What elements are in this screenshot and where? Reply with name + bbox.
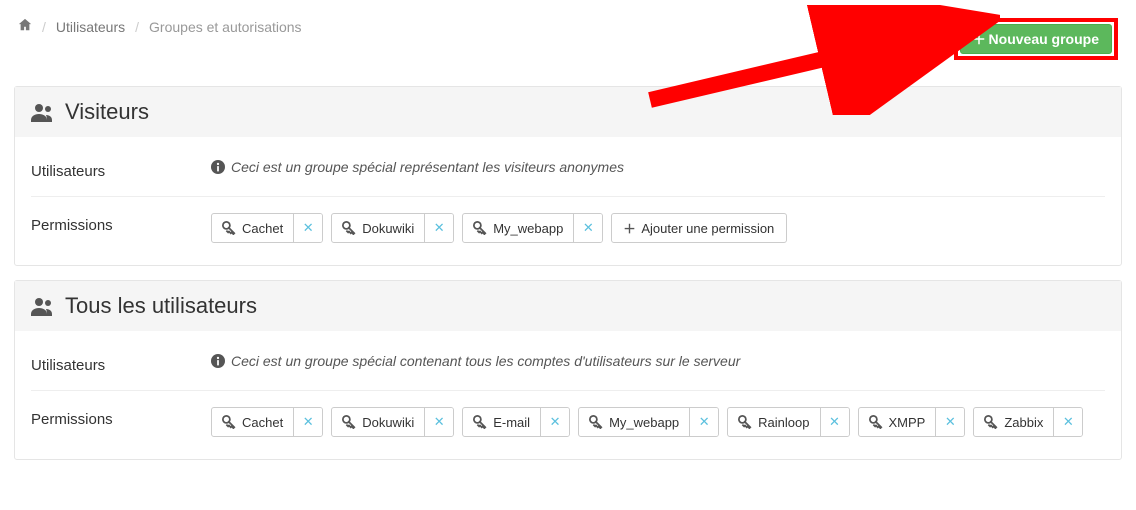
- add-permission-button[interactable]: Ajouter une permission: [611, 213, 787, 243]
- users-icon: [31, 296, 55, 316]
- plus-icon: [973, 33, 985, 45]
- permission-label[interactable]: My_webapp: [579, 408, 690, 436]
- permission-remove[interactable]: ✕: [574, 214, 602, 242]
- users-row: Utilisateurs Ceci est un groupe spécial …: [31, 345, 1105, 382]
- permission-remove[interactable]: ✕: [1054, 408, 1082, 436]
- breadcrumb-separator: /: [42, 19, 46, 35]
- breadcrumb-home[interactable]: [18, 18, 32, 35]
- permission-label[interactable]: E-mail: [463, 408, 541, 436]
- permission-name: Zabbix: [1004, 415, 1043, 430]
- permission-label[interactable]: Dokuwiki: [332, 214, 425, 242]
- permission-name: My_webapp: [493, 221, 563, 236]
- key-icon: [342, 415, 356, 429]
- key-icon: [222, 221, 236, 235]
- permission-label[interactable]: Rainloop: [728, 408, 820, 436]
- permissions-content: Cachet ✕ Dokuwiki ✕ My_webapp ✕ Ajouter …: [211, 213, 1105, 243]
- permission-tag: My_webapp ✕: [462, 213, 603, 243]
- divider: [31, 196, 1105, 197]
- permission-name: E-mail: [493, 415, 530, 430]
- key-icon: [473, 221, 487, 235]
- permission-tag: Dokuwiki ✕: [331, 407, 454, 437]
- permission-label[interactable]: My_webapp: [463, 214, 574, 242]
- permission-remove[interactable]: ✕: [936, 408, 964, 436]
- permission-label[interactable]: XMPP: [859, 408, 937, 436]
- permission-tag: Cachet ✕: [211, 213, 323, 243]
- permission-remove[interactable]: ✕: [690, 408, 718, 436]
- permission-name: Rainloop: [758, 415, 809, 430]
- permissions-label: Permissions: [31, 213, 211, 234]
- permission-tag: Dokuwiki ✕: [331, 213, 454, 243]
- key-icon: [473, 415, 487, 429]
- permission-tag: Cachet ✕: [211, 407, 323, 437]
- users-content: Ceci est un groupe spécial représentant …: [211, 159, 1105, 175]
- permission-name: Dokuwiki: [362, 221, 414, 236]
- permission-name: Cachet: [242, 415, 283, 430]
- permission-name: XMPP: [889, 415, 926, 430]
- info-icon: [211, 354, 225, 368]
- breadcrumb: / Utilisateurs / Groupes et autorisation…: [18, 18, 302, 35]
- permission-remove[interactable]: ✕: [541, 408, 569, 436]
- key-icon: [589, 415, 603, 429]
- group-header: Tous les utilisateurs: [15, 281, 1121, 331]
- permission-tag: Zabbix ✕: [973, 407, 1083, 437]
- top-bar: / Utilisateurs / Groupes et autorisation…: [10, 10, 1126, 80]
- permission-label[interactable]: Zabbix: [974, 408, 1054, 436]
- key-icon: [869, 415, 883, 429]
- group-panel: Visiteurs Utilisateurs Ceci est un group…: [14, 86, 1122, 266]
- users-content: Ceci est un groupe spécial contenant tou…: [211, 353, 1105, 369]
- permission-label[interactable]: Dokuwiki: [332, 408, 425, 436]
- divider: [31, 390, 1105, 391]
- new-group-highlight: Nouveau groupe: [954, 18, 1118, 60]
- permission-remove[interactable]: ✕: [425, 214, 453, 242]
- permission-remove[interactable]: ✕: [294, 214, 322, 242]
- group-panel: Tous les utilisateurs Utilisateurs Ceci …: [14, 280, 1122, 460]
- permissions-row: Permissions Cachet ✕ Dokuwiki ✕ My_webap…: [31, 205, 1105, 251]
- new-group-button[interactable]: Nouveau groupe: [960, 24, 1112, 54]
- permission-tag: My_webapp ✕: [578, 407, 719, 437]
- permission-name: My_webapp: [609, 415, 679, 430]
- group-title: Visiteurs: [65, 99, 149, 125]
- permissions-row: Permissions Cachet ✕ Dokuwiki ✕ E-mail ✕: [31, 399, 1105, 445]
- permission-remove[interactable]: ✕: [425, 408, 453, 436]
- permission-label[interactable]: Cachet: [212, 408, 294, 436]
- breadcrumb-current: Groupes et autorisations: [149, 19, 302, 35]
- users-label: Utilisateurs: [31, 159, 211, 180]
- permission-tag: XMPP ✕: [858, 407, 966, 437]
- breadcrumb-users[interactable]: Utilisateurs: [56, 19, 125, 35]
- home-icon: [18, 18, 32, 32]
- group-body: Utilisateurs Ceci est un groupe spécial …: [15, 331, 1121, 459]
- key-icon: [222, 415, 236, 429]
- permissions-label: Permissions: [31, 407, 211, 428]
- key-icon: [984, 415, 998, 429]
- info-icon: [211, 160, 225, 174]
- permissions-content: Cachet ✕ Dokuwiki ✕ E-mail ✕ My_webapp ✕: [211, 407, 1105, 437]
- group-description: Ceci est un groupe spécial contenant tou…: [211, 353, 740, 369]
- permission-remove[interactable]: ✕: [294, 408, 322, 436]
- permission-tag: Rainloop ✕: [727, 407, 849, 437]
- permission-name: Dokuwiki: [362, 415, 414, 430]
- group-title: Tous les utilisateurs: [65, 293, 257, 319]
- users-label: Utilisateurs: [31, 353, 211, 374]
- add-permission-label: Ajouter une permission: [641, 221, 774, 236]
- users-icon: [31, 102, 55, 122]
- key-icon: [342, 221, 356, 235]
- users-row: Utilisateurs Ceci est un groupe spécial …: [31, 151, 1105, 188]
- permission-tag: E-mail ✕: [462, 407, 570, 437]
- permission-label[interactable]: Cachet: [212, 214, 294, 242]
- breadcrumb-separator: /: [135, 19, 139, 35]
- new-group-label: Nouveau groupe: [989, 31, 1099, 47]
- permission-remove[interactable]: ✕: [821, 408, 849, 436]
- group-description: Ceci est un groupe spécial représentant …: [211, 159, 624, 175]
- group-body: Utilisateurs Ceci est un groupe spécial …: [15, 137, 1121, 265]
- permission-name: Cachet: [242, 221, 283, 236]
- key-icon: [738, 415, 752, 429]
- group-header: Visiteurs: [15, 87, 1121, 137]
- plus-icon: [624, 223, 635, 234]
